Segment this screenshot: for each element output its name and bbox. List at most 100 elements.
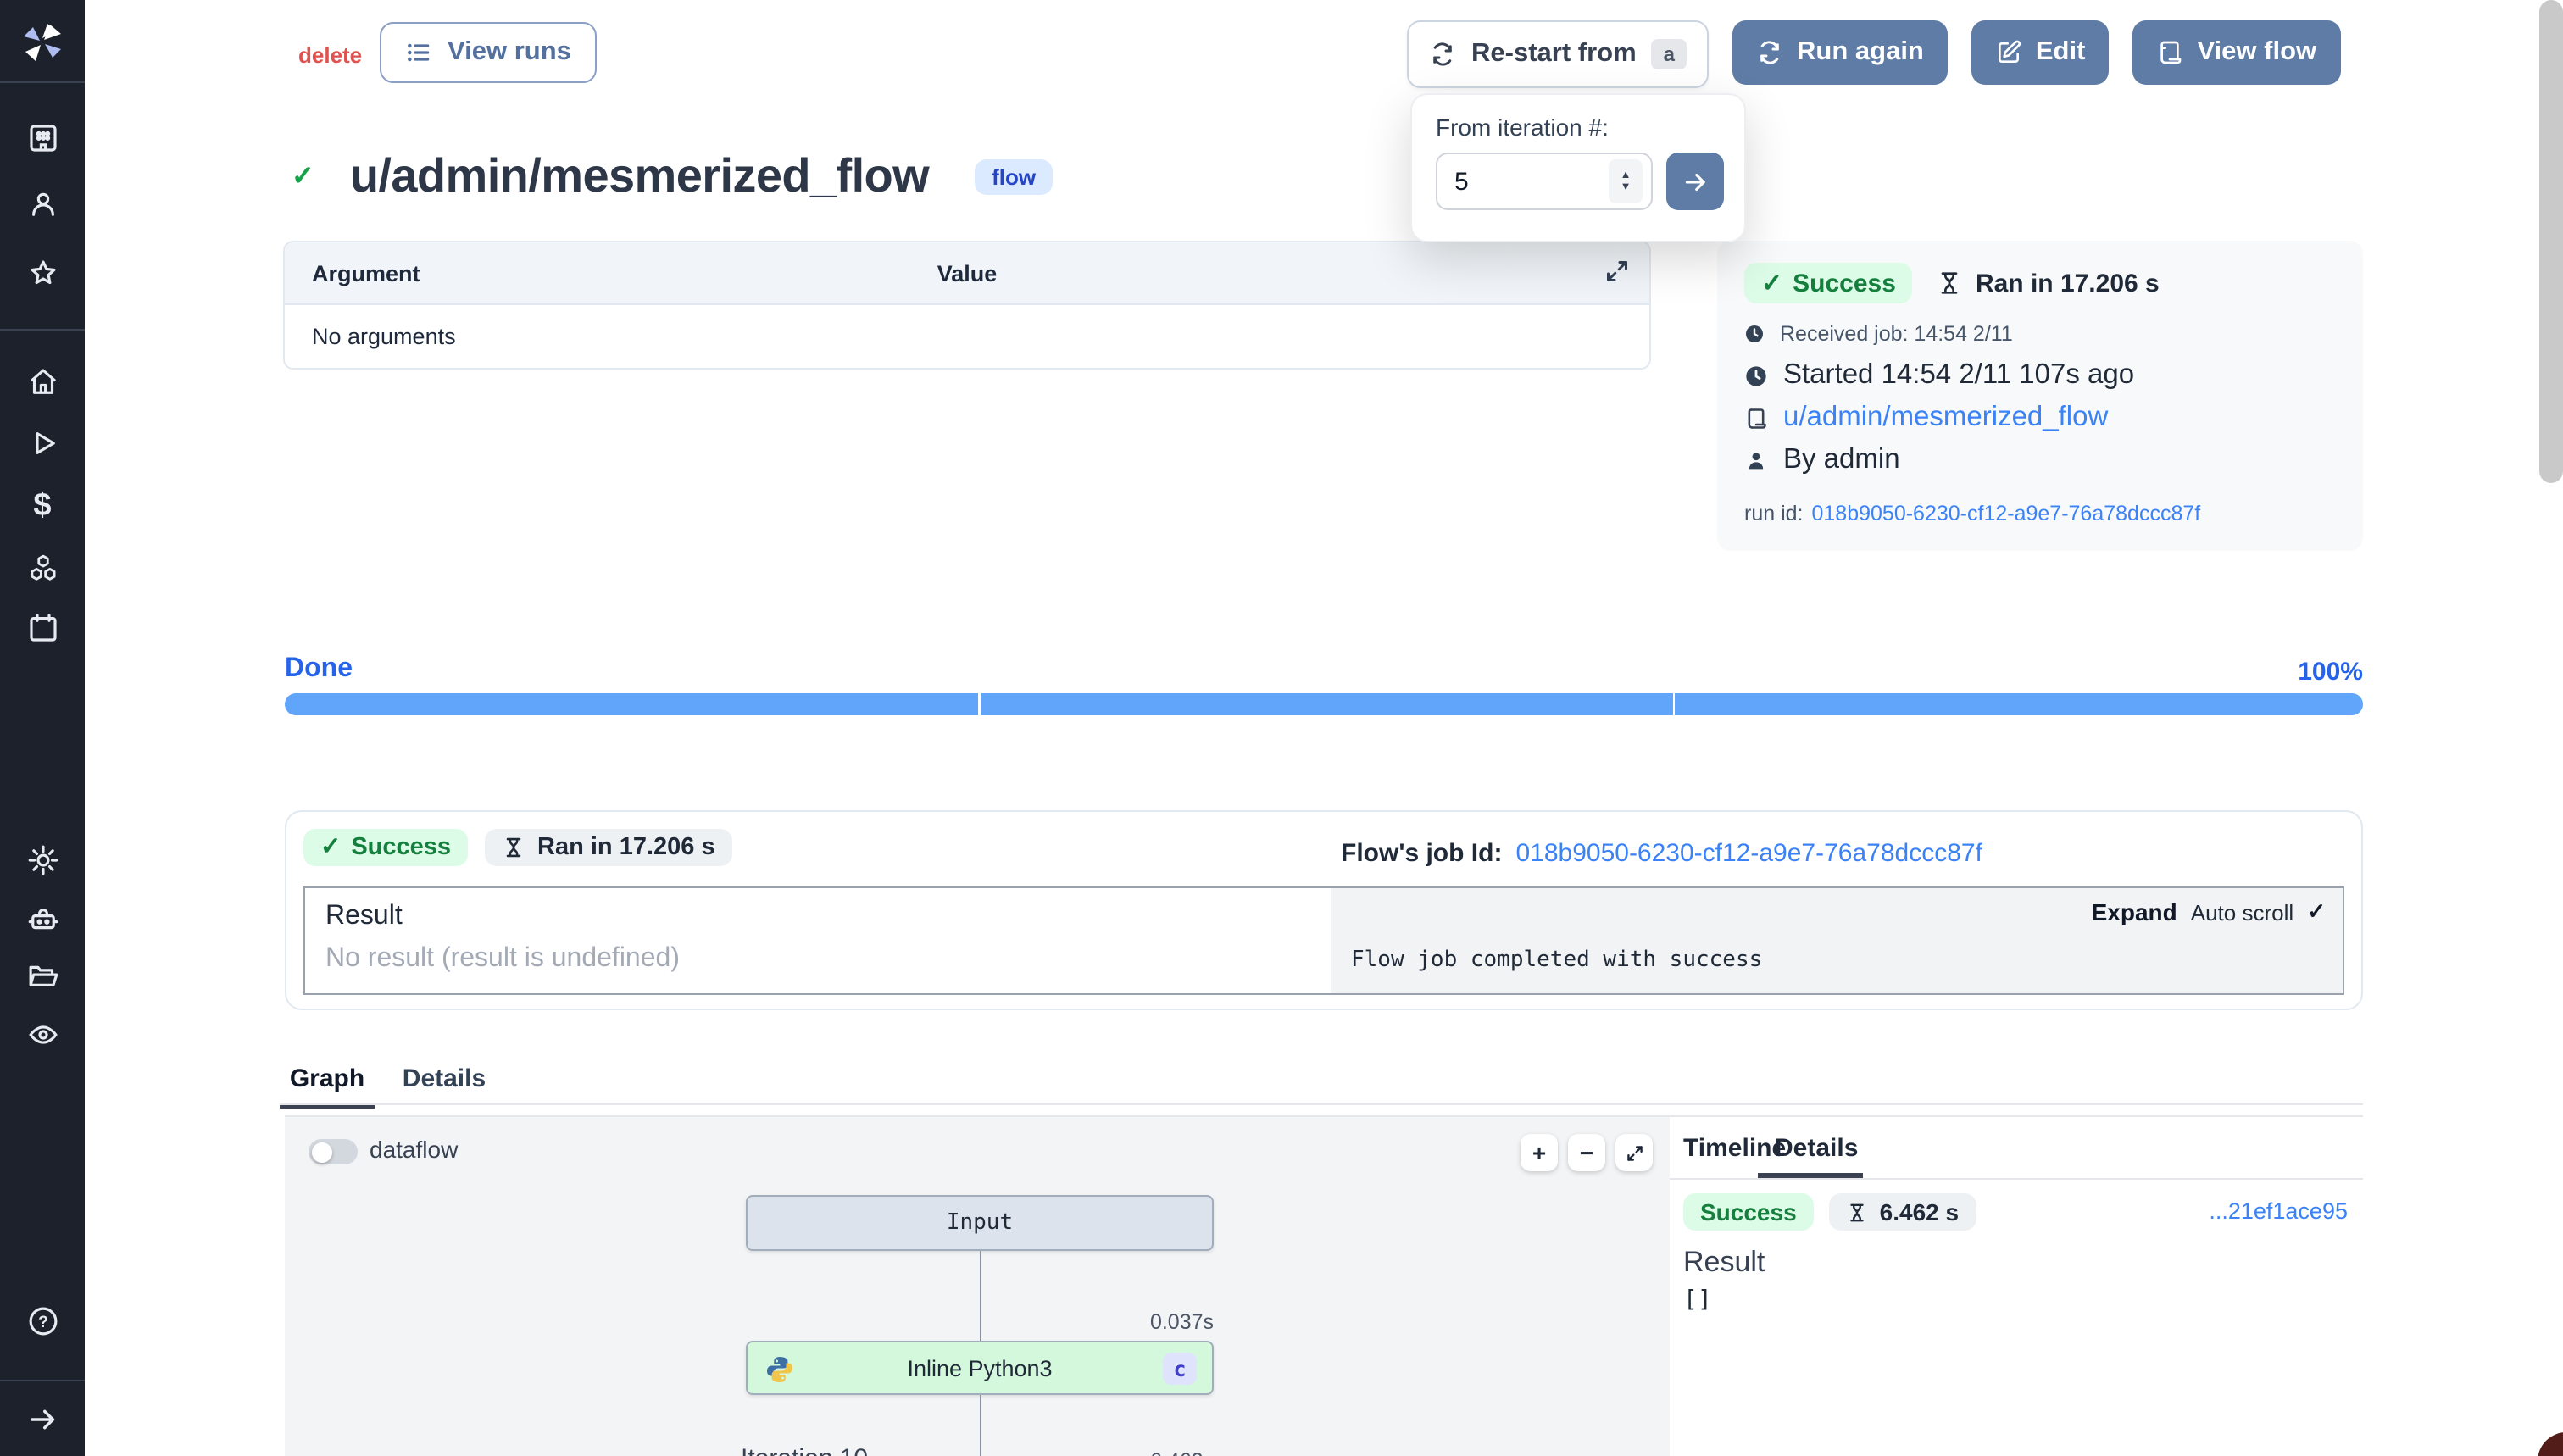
- expand-icon: [1623, 1142, 1645, 1164]
- edit-button[interactable]: Edit: [1971, 20, 2110, 85]
- arguments-table: Argument Value No arguments: [283, 241, 1651, 370]
- iteration-node-label[interactable]: Iteration 10: [741, 1444, 868, 1456]
- flow-path-link[interactable]: u/admin/mesmerized_flow: [1783, 402, 2108, 434]
- run-again-button[interactable]: Run again: [1732, 20, 1948, 85]
- audit-eye-icon[interactable]: [25, 1017, 60, 1053]
- tab-graph[interactable]: Graph: [280, 1054, 375, 1109]
- success-check-icon: ✓: [292, 159, 314, 193]
- run-again-label: Run again: [1797, 37, 1924, 68]
- title-row: ✓ u/admin/mesmerized_flow flow: [292, 149, 1053, 203]
- view-runs-label: View runs: [448, 37, 571, 68]
- dollar-glyph: $: [33, 488, 51, 524]
- tab-details[interactable]: Details: [395, 1054, 493, 1109]
- graph-edge: [979, 1395, 981, 1456]
- workspace-icon[interactable]: [25, 120, 60, 156]
- col-argument: Argument: [285, 260, 420, 286]
- step-detail-panel: Timeline Details Success 6.462 s ...21ef…: [1670, 1117, 2363, 1456]
- arguments-empty-row: No arguments: [285, 305, 1649, 368]
- windmill-logo-icon[interactable]: [20, 20, 64, 64]
- plus-icon: +: [1532, 1139, 1546, 1166]
- toggle-knob: [311, 1142, 331, 1162]
- arrow-right-icon: [1681, 167, 1710, 196]
- stepper-down-icon[interactable]: ▼: [1621, 181, 1632, 193]
- autoscroll-checkbox[interactable]: ✓: [2307, 898, 2326, 925]
- expand-sidebar-arrow-icon[interactable]: [25, 1402, 60, 1437]
- view-runs-button[interactable]: View runs: [380, 22, 597, 83]
- dataflow-toggle[interactable]: [309, 1139, 358, 1164]
- step-duration-badge: 6.462 s: [1829, 1193, 1976, 1231]
- log-text: Flow job completed with success: [1351, 948, 1762, 973]
- clock-icon: [1744, 364, 1768, 387]
- restart-from-label: Re-start from: [1471, 39, 1637, 69]
- duration-badge: Ran in 17.206 s: [485, 829, 732, 866]
- ran-in-text: Ran in 17.206 s: [1976, 269, 2160, 297]
- fit-view-button[interactable]: [1615, 1134, 1653, 1171]
- delete-button[interactable]: delete: [298, 42, 362, 68]
- step-result-value: []: [1683, 1287, 1712, 1314]
- step-duration-label: 6.462 s: [1880, 1198, 1959, 1225]
- job-id-link[interactable]: 018b9050-6230-cf12-a9e7-76a78dccc87f: [1515, 839, 1982, 868]
- page: $ ? delete View runs: [0, 0, 2563, 1456]
- col-value: Value: [937, 260, 998, 286]
- user-icon[interactable]: [25, 186, 60, 222]
- restart-from-button[interactable]: Re-start from a: [1407, 20, 1709, 88]
- edit-pencil-icon: [1995, 39, 2022, 66]
- restart-kbd: a: [1652, 39, 1687, 69]
- expand-log-button[interactable]: Expand: [2092, 898, 2177, 925]
- hourglass-icon: [1846, 1201, 1868, 1223]
- step-job-link[interactable]: ...21ef1ace95: [2209, 1198, 2348, 1224]
- minus-icon: −: [1580, 1139, 1593, 1166]
- restart-from-popover: From iteration #: ▲ ▼: [1410, 93, 1746, 242]
- stepper-up-icon[interactable]: ▲: [1621, 169, 1632, 181]
- view-flow-label: View flow: [2197, 37, 2316, 68]
- expand-table-icon[interactable]: [1602, 256, 1632, 286]
- step-status-row: Success 6.462 s: [1683, 1193, 1976, 1231]
- progress-divider: [1673, 693, 1676, 715]
- tab-timeline[interactable]: Timeline: [1683, 1134, 1786, 1163]
- node-input[interactable]: Input: [746, 1195, 1214, 1251]
- question-glyph: ?: [37, 1314, 47, 1331]
- run-id-link[interactable]: 018b9050-6230-cf12-a9e7-76a78dccc87f: [1812, 502, 2201, 525]
- resources-cubes-icon[interactable]: [25, 551, 60, 586]
- folders-icon[interactable]: [25, 958, 60, 993]
- settings-gear-icon[interactable]: [25, 842, 60, 878]
- runs-play-icon[interactable]: [25, 425, 60, 461]
- main-tabs: Graph Details: [280, 1054, 493, 1109]
- status-badge: ✓ Success: [303, 829, 468, 866]
- sidebar-divider: [0, 1380, 85, 1381]
- sidebar: $ ?: [0, 0, 85, 1456]
- status-badge: Success: [1683, 1193, 1814, 1231]
- favorites-star-icon[interactable]: [25, 256, 60, 292]
- help-icon[interactable]: ?: [25, 1303, 60, 1339]
- step-result-title: Result: [1683, 1246, 1765, 1280]
- variables-dollar-icon[interactable]: $: [25, 488, 60, 524]
- started-text: Started 14:54 2/11 107s ago: [1783, 359, 2134, 392]
- flow-scroll-icon: [1744, 406, 1768, 430]
- page-scrollbar-thumb[interactable]: [2539, 0, 2563, 483]
- user-icon: [1744, 448, 1768, 472]
- result-pane: Result No result (result is undefined): [305, 888, 1331, 993]
- zoom-in-button[interactable]: +: [1521, 1134, 1558, 1171]
- restart-submit-button[interactable]: [1666, 153, 1724, 210]
- result-split: Result No result (result is undefined) E…: [303, 886, 2344, 995]
- workers-robot-icon[interactable]: [25, 902, 60, 937]
- flow-graph-canvas[interactable]: dataflow + − Input 0.037s Inline Python3…: [285, 1117, 1671, 1456]
- schedules-calendar-icon[interactable]: [25, 610, 60, 646]
- log-pane: Expand Auto scroll ✓ Flow job completed …: [1331, 888, 2343, 993]
- zoom-out-button[interactable]: −: [1568, 1134, 1605, 1171]
- view-flow-button[interactable]: View flow: [2132, 20, 2340, 85]
- progress-divider: [979, 693, 981, 715]
- result-card: ✓ Success Ran in 17.206 s Flow's job Id:…: [285, 810, 2363, 1010]
- status-label: Success: [1700, 1198, 1797, 1225]
- node-inline-python[interactable]: Inline Python3 c: [746, 1341, 1214, 1395]
- number-stepper[interactable]: ▲ ▼: [1609, 159, 1643, 203]
- run-id-label: run id:: [1744, 502, 1804, 525]
- hourglass-icon: [502, 836, 525, 859]
- home-icon[interactable]: [25, 364, 60, 400]
- sidebar-divider: [0, 81, 85, 83]
- corner-widget[interactable]: [2538, 1432, 2563, 1456]
- run-info-panel: ✓ Success Ran in 17.206 s Received job: …: [1717, 241, 2363, 551]
- progress-percent: 100%: [2204, 658, 2363, 686]
- tab-step-details[interactable]: Details: [1775, 1134, 1858, 1163]
- sidebar-divider: [0, 329, 85, 331]
